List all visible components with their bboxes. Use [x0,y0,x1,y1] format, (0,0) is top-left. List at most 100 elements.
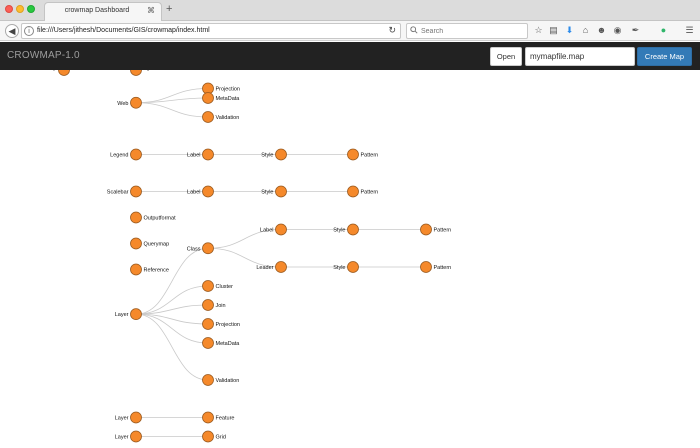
node-label: Pattern [434,265,452,271]
tree-node-metadata[interactable]: MetaData [202,337,241,349]
minimize-window-icon[interactable] [16,5,24,13]
node-label: Layer [115,435,129,441]
node-circle[interactable] [202,92,214,104]
tree-node-validation[interactable]: Validation [202,374,240,386]
node-circle[interactable] [130,237,142,250]
node-circle[interactable] [202,374,214,386]
back-arrow-icon[interactable]: ◀ [5,24,19,38]
tree-node-label[interactable]: Label [260,223,287,236]
node-circle[interactable] [130,411,142,424]
node-circle[interactable] [275,185,287,198]
tree-node-layer[interactable]: Layer [115,411,142,424]
node-circle[interactable] [130,185,142,198]
tree-node-legend[interactable]: Legend [110,148,142,161]
tree-node-class[interactable]: Class [187,242,214,255]
tree-node-grid[interactable]: Grid [202,430,226,443]
create-map-button[interactable]: Create Map [637,47,692,66]
node-circle[interactable] [202,242,214,255]
node-label: Layer [115,312,129,318]
url-bar[interactable]: i file:///Users/jithesh/Documents/GIS/cr… [21,23,401,39]
map-file-input[interactable] [525,47,635,66]
node-circle[interactable] [202,411,214,424]
tree-node-cluster[interactable]: Cluster [202,280,234,292]
star-icon[interactable]: ☆ [533,24,544,36]
tree-node-validation[interactable]: Validation [202,111,240,123]
node-label: Style [333,228,345,234]
node-circle[interactable] [420,223,432,236]
tree-node-querymap[interactable]: Querymap [130,237,170,250]
search-input[interactable] [421,26,521,37]
node-circle[interactable] [347,185,359,198]
node-circle[interactable] [347,148,359,161]
node-circle[interactable] [202,430,214,443]
app-brand[interactable]: CROWMAP-1.0 [7,50,80,61]
node-circle[interactable] [347,261,359,273]
tab-close-icon[interactable]: ⌘ [147,6,155,15]
node-label: MetaData [216,341,241,347]
menu-icon[interactable]: ☰ [684,24,695,36]
tree-node-metadata[interactable]: MetaData [202,92,241,104]
node-circle[interactable] [202,280,214,292]
node-circle[interactable] [275,148,287,161]
clipboard-icon[interactable]: ▤ [548,24,559,36]
tree-node-scalebar[interactable]: Scalebar [107,185,142,198]
node-circle[interactable] [202,299,214,311]
close-window-icon[interactable] [5,5,13,13]
tree-node-leader[interactable]: Leader [256,261,287,273]
node-circle[interactable] [130,263,142,276]
tree-node-layer[interactable]: Layer [115,308,142,321]
tree-node-label[interactable]: Label [187,185,214,198]
node-circle[interactable] [130,430,142,443]
node-circle[interactable] [202,318,214,330]
node-circle[interactable] [275,261,287,273]
node-circle[interactable] [130,211,142,224]
tree-node-pattern[interactable]: Pattern [347,148,379,161]
node-label: Label [187,153,200,159]
tree-node-symbol[interactable]: Symbol [130,70,162,76]
node-circle[interactable] [130,70,142,76]
node-circle[interactable] [420,261,432,273]
chat-icon[interactable]: ☻ [596,24,607,36]
home-icon[interactable]: ⌂ [580,24,591,36]
tree-node-web[interactable]: Web [117,96,142,109]
node-circle[interactable] [347,223,359,236]
tree-node-pattern[interactable]: Pattern [420,261,452,273]
tree-node-projection[interactable]: Projection [202,318,240,330]
info-icon[interactable]: i [24,26,34,36]
node-label: Validation [216,115,240,121]
tree-node-reference[interactable]: Reference [130,263,169,276]
tree-link [135,313,209,344]
node-circle[interactable] [58,70,70,76]
tree-node-pattern[interactable]: Pattern [420,223,452,236]
tab-crowmap-dashboard[interactable]: crowmap Dashboard ⌘ [44,2,162,21]
tree-link [135,313,209,325]
node-circle[interactable] [130,148,142,161]
tree-node-join[interactable]: Join [202,299,226,311]
open-button[interactable]: Open [490,47,522,66]
extension-icon[interactable]: ● [658,24,669,36]
node-circle[interactable] [202,148,214,161]
reload-icon[interactable]: ↻ [388,25,396,36]
brush-icon[interactable]: ✒ [630,24,641,36]
new-tab-button[interactable]: + [166,3,172,15]
tree-node-pattern[interactable]: Pattern [347,185,379,198]
download-icon[interactable]: ⬇ [564,24,575,36]
tree-node-outputformat[interactable]: Outputformat [130,211,177,224]
tree-node-feature[interactable]: Feature [202,411,235,424]
tree-node-label[interactable]: Label [187,148,214,161]
node-circle[interactable] [130,96,142,109]
node-circle[interactable] [202,337,214,349]
node-circle[interactable] [202,185,214,198]
node-label: Grid [216,435,226,441]
node-circle[interactable] [202,111,214,123]
node-label: Legend [110,153,128,159]
node-circle[interactable] [130,308,142,321]
node-circle[interactable] [275,223,287,236]
pocket-icon[interactable]: ◉ [612,24,623,36]
maximize-window-icon[interactable] [27,5,35,13]
tree-node-map[interactable]: Map [46,70,70,76]
tree-node-layer[interactable]: Layer [115,430,142,443]
url-text[interactable]: file:///Users/jithesh/Documents/GIS/crow… [37,27,210,34]
search-bar[interactable] [406,23,528,39]
map-config-tree: Projection MetaData Validation Web Pattern St… [0,70,452,443]
